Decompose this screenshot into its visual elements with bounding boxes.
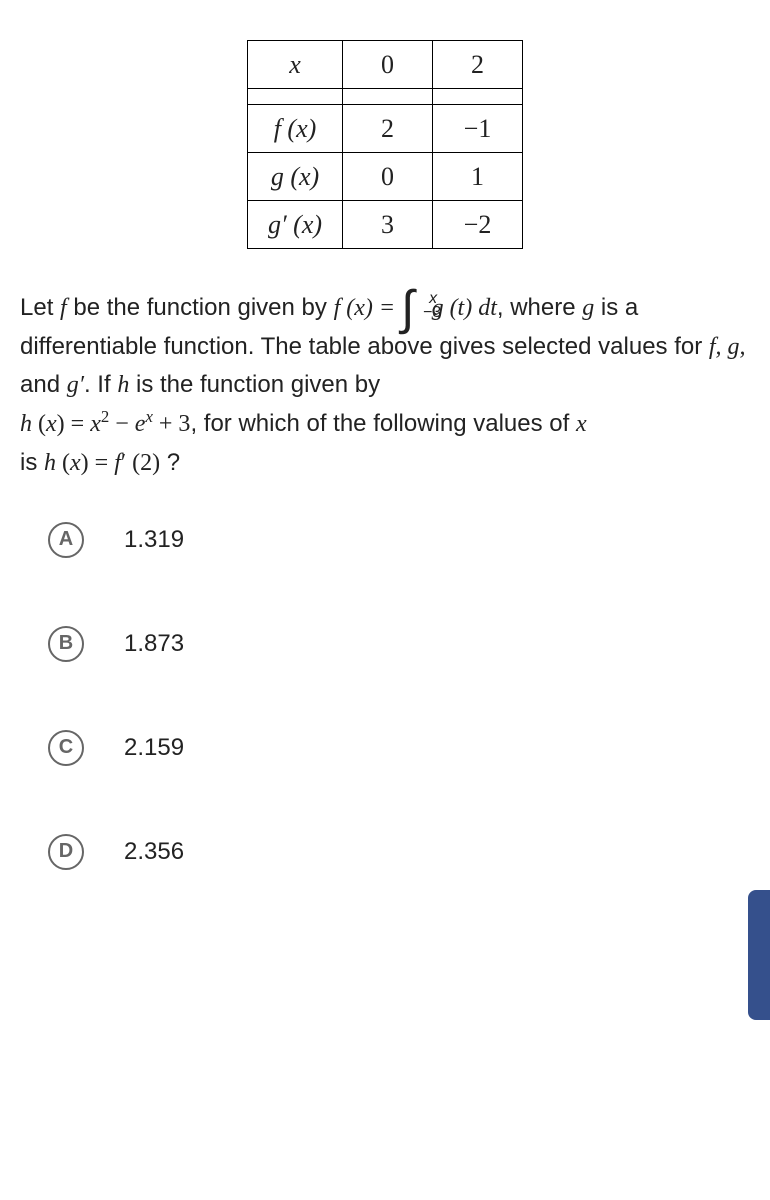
q-fgh: f, g,	[709, 334, 746, 360]
choices: A 1.319 B 1.873 C 2.159 D 2.356	[20, 522, 750, 870]
q-x1: x	[576, 411, 587, 437]
side-tab[interactable]	[748, 890, 770, 1020]
row-g-label: g (x)	[247, 153, 342, 201]
integral: ∫x−3	[401, 289, 418, 328]
q-eq1: f (x) =	[334, 295, 402, 321]
choice-c-text: 2.159	[124, 734, 184, 762]
q-part1: Let	[20, 294, 60, 321]
integral-icon: ∫	[401, 290, 414, 328]
q-part5: and	[20, 371, 67, 398]
q-finaleq: h (x) = f′ (2)	[44, 450, 160, 476]
row-gprime-v2: −2	[433, 201, 523, 249]
q-gprime: g′	[67, 372, 84, 398]
q-part9: is	[20, 449, 44, 476]
data-table: x 0 2 f (x) 2 −1 g (x) 0 1 g′ (x) 3 −2	[247, 40, 523, 249]
choice-d-text: 2.356	[124, 838, 184, 866]
row-f-v1: 2	[343, 105, 433, 153]
row-f-v2: −1	[433, 105, 523, 153]
choice-a[interactable]: A 1.319	[48, 522, 750, 558]
row-gprime-v1: 3	[343, 201, 433, 249]
row-g-v1: 0	[343, 153, 433, 201]
q-f1: f	[60, 295, 67, 321]
q-part7: is the function given by	[129, 371, 380, 398]
th-0: 0	[343, 41, 433, 89]
choice-b-letter: B	[48, 626, 84, 662]
choice-b-text: 1.873	[124, 630, 184, 658]
choice-b[interactable]: B 1.873	[48, 626, 750, 662]
row-g-v2: 1	[433, 153, 523, 201]
q-part10: ?	[160, 449, 180, 476]
q-heq: h (x) = x2 − ex + 3	[20, 411, 190, 437]
choice-c-letter: C	[48, 730, 84, 766]
row-gprime-label: g′ (x)	[247, 201, 342, 249]
question-text: Let f be the function given by f (x) = ∫…	[20, 289, 750, 482]
q-part2: be the function given by	[67, 294, 334, 321]
q-part8: , for which of the following values of	[190, 410, 576, 437]
q-integrand: g (t) dt	[432, 295, 497, 321]
q-part3: , where	[497, 294, 582, 321]
choice-a-text: 1.319	[124, 526, 184, 554]
choice-d[interactable]: D 2.356	[48, 834, 750, 870]
th-x: x	[247, 41, 342, 89]
row-f-label: f (x)	[247, 105, 342, 153]
choice-a-letter: A	[48, 522, 84, 558]
q-g1: g	[582, 295, 594, 321]
int-lower: −3	[423, 301, 441, 326]
choice-c[interactable]: C 2.159	[48, 730, 750, 766]
q-h1: h	[117, 372, 129, 398]
th-2: 2	[433, 41, 523, 89]
q-part6: . If	[84, 371, 117, 398]
choice-d-letter: D	[48, 834, 84, 870]
